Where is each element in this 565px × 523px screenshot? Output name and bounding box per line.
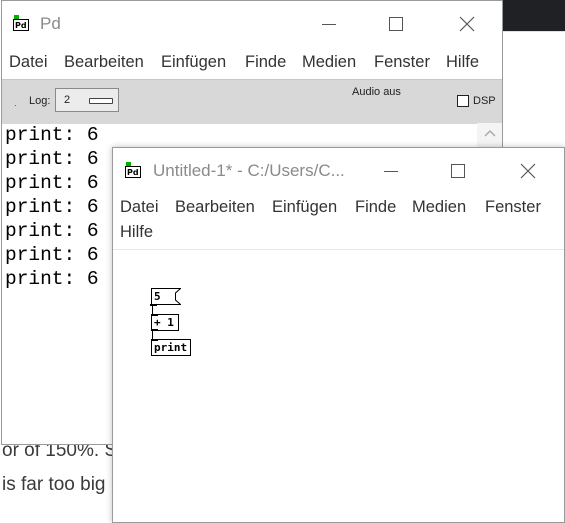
console-line: print: 6 — [5, 268, 99, 290]
window-title: Pd — [40, 14, 61, 33]
patch-cord[interactable] — [152, 305, 153, 314]
pd-logo-icon: Pd — [13, 15, 29, 31]
console-line: print: 6 — [5, 220, 99, 242]
log-label: Log: — [29, 95, 51, 107]
menu-datei[interactable]: Datei — [120, 198, 159, 217]
close-icon[interactable] — [458, 15, 476, 33]
maximize-icon[interactable] — [449, 162, 467, 180]
pd-titlebar[interactable]: Pd Pd — [2, 1, 502, 47]
svg-text:Pd: Pd — [127, 168, 139, 177]
minimize-icon[interactable] — [382, 162, 400, 180]
menu-datei[interactable]: Datei — [9, 53, 48, 72]
svg-text:Pd: Pd — [15, 21, 27, 30]
print-object-label: print — [154, 341, 188, 354]
menu-fenster[interactable]: Fenster — [485, 198, 541, 217]
add-object-label: + 1 — [154, 316, 174, 329]
background-dark-bar — [503, 0, 565, 32]
dsp-label: DSP — [473, 95, 496, 107]
menu-medien[interactable]: Medien — [302, 53, 356, 72]
patch-window: Pd Untitled-1* - C:/Users/C... Datei Bea… — [112, 147, 565, 523]
pd-menubar: Datei Bearbeiten Einfügen Finde Medien F… — [2, 47, 502, 79]
log-level-select[interactable]: 2 — [55, 88, 119, 112]
background-divider — [503, 31, 565, 32]
menu-einfuegen[interactable]: Einfügen — [161, 53, 226, 72]
log-level-value: 2 — [64, 94, 71, 106]
pd-logo-icon: Pd — [125, 162, 141, 178]
patch-canvas[interactable]: 5 + 1 print — [113, 249, 564, 523]
print-object[interactable]: print — [151, 339, 191, 356]
close-icon[interactable] — [519, 162, 537, 180]
dropdown-indicator-icon — [89, 98, 113, 104]
message-box-label: 5 — [154, 290, 161, 303]
menu-finde[interactable]: Finde — [245, 53, 286, 72]
console-line: print: 6 — [5, 244, 99, 266]
scroll-up-arrow-icon[interactable] — [484, 129, 496, 137]
add-object[interactable]: + 1 — [151, 314, 179, 331]
toolbar-dot: · — [14, 100, 17, 110]
pd-toolbar: · Log: 2 Audio aus DSP — [2, 79, 502, 124]
menu-fenster[interactable]: Fenster — [374, 53, 430, 72]
patch-menubar: Datei Bearbeiten Einfügen Finde Medien F… — [113, 194, 564, 249]
patch-titlebar[interactable]: Pd Untitled-1* - C:/Users/C... — [113, 148, 564, 194]
console-line: print: 6 — [5, 148, 99, 170]
patch-cord[interactable] — [152, 331, 153, 339]
menu-finde[interactable]: Finde — [355, 198, 396, 217]
menu-bearbeiten[interactable]: Bearbeiten — [175, 198, 255, 217]
console-line: print: 6 — [5, 124, 99, 146]
minimize-icon[interactable] — [320, 15, 338, 33]
menu-hilfe[interactable]: Hilfe — [120, 223, 153, 242]
message-box[interactable]: 5 — [150, 288, 181, 306]
audio-status: Audio aus — [352, 86, 401, 98]
window-title: Untitled-1* - C:/Users/C... — [153, 161, 345, 180]
maximize-icon[interactable] — [387, 15, 405, 33]
menu-hilfe[interactable]: Hilfe — [446, 53, 479, 72]
dsp-checkbox[interactable] — [457, 95, 469, 107]
menu-einfuegen[interactable]: Einfügen — [272, 198, 337, 217]
menu-medien[interactable]: Medien — [412, 198, 466, 217]
background-text-line: is far too big — [2, 474, 106, 495]
menu-bearbeiten[interactable]: Bearbeiten — [64, 53, 144, 72]
console-line: print: 6 — [5, 172, 99, 194]
console-line: print: 6 — [5, 196, 99, 218]
